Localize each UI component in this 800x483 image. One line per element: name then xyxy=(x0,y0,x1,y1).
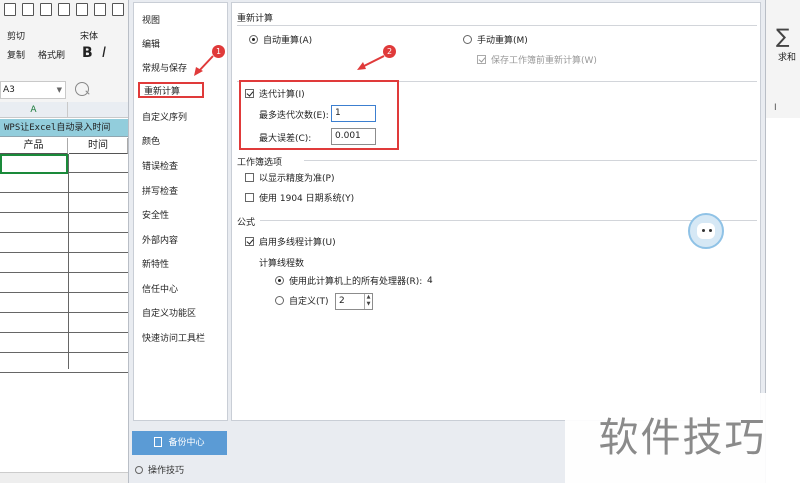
robot-face xyxy=(697,223,715,239)
watermark-text: 软件技巧 xyxy=(565,393,800,483)
step-marker-1: 1 xyxy=(212,45,225,58)
robot-eye-left xyxy=(702,229,705,232)
arrow-2-line xyxy=(361,55,385,68)
assistant-robot-icon[interactable] xyxy=(688,213,724,249)
arrow-2-head xyxy=(357,62,366,70)
robot-eye-right xyxy=(709,229,712,232)
step-marker-2: 2 xyxy=(383,45,396,58)
